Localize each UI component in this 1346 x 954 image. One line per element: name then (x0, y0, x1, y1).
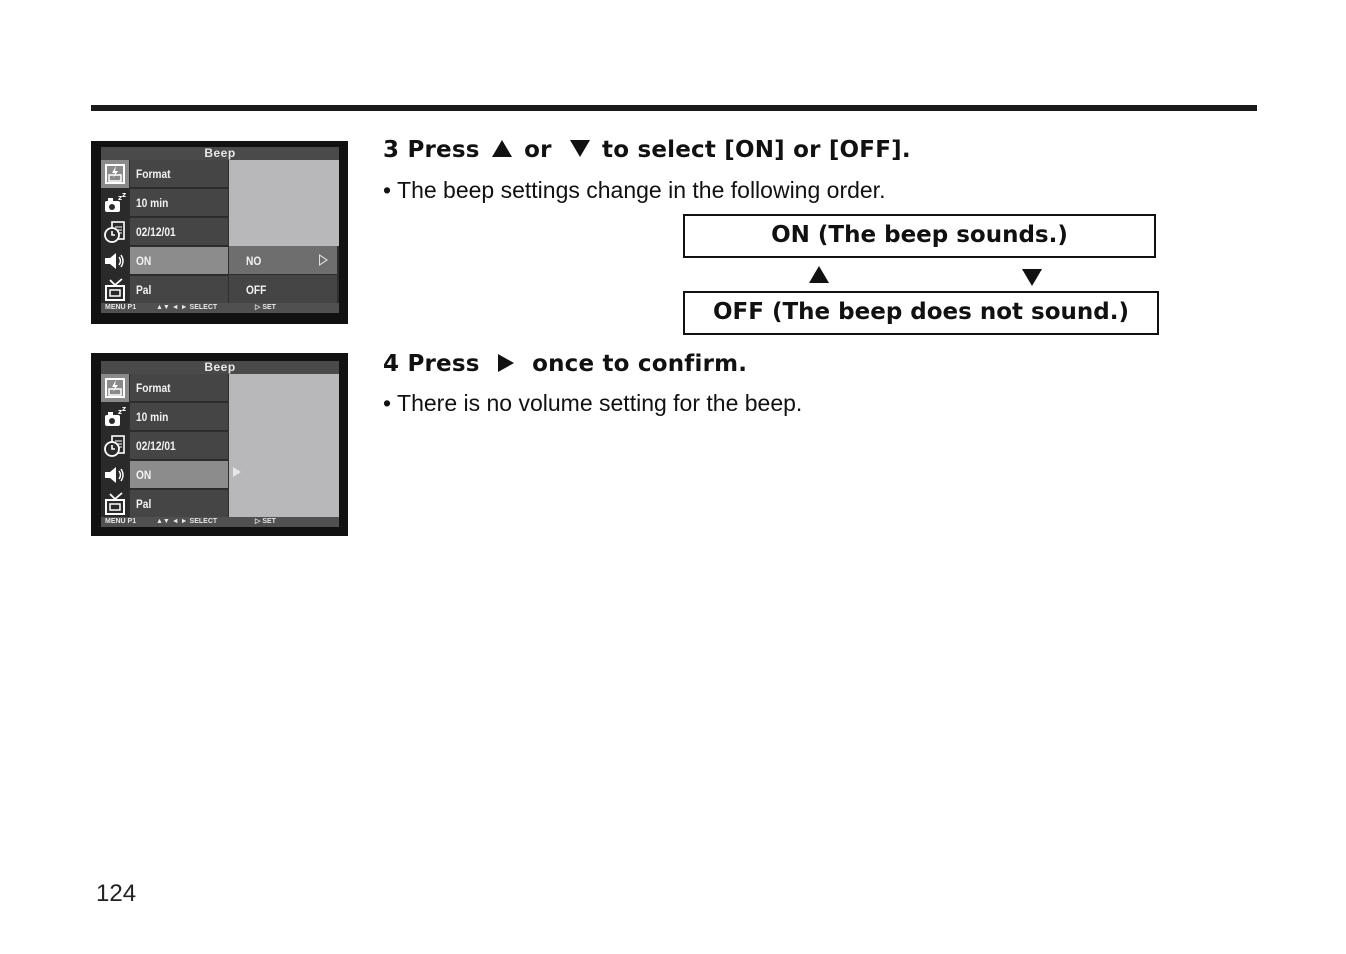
footer-select: ▲▼ ◄ ► SELECT (156, 518, 218, 525)
tv-icon (101, 490, 129, 518)
submenu-panel (229, 160, 339, 246)
menu-item-format[interactable]: Format (130, 160, 228, 188)
footer-menu: MENU P1 (105, 304, 137, 311)
step-3-heading: 3 Press or to select [ON] or [OFF]. (383, 137, 911, 163)
step-number: 4 (383, 351, 400, 377)
icon-column: zz (101, 160, 129, 303)
footer-set: ▷ SET (255, 518, 276, 525)
camera-sleep-icon: zz (101, 189, 129, 217)
format-icon (101, 160, 129, 188)
screen-footer: MENU P1 ▲▼ ◄ ► SELECT ▷ SET (101, 303, 339, 313)
menu-item-beep[interactable]: ON (130, 461, 228, 489)
footer-menu: MENU P1 (105, 518, 137, 525)
camera-screen-confirm: Beep zz Format 10 min 02/12/01 ON Pal ME… (91, 353, 348, 536)
right-arrow-icon (319, 254, 328, 266)
page-number: 124 (96, 880, 137, 907)
header-rule (91, 105, 1257, 111)
up-arrow-icon (491, 140, 512, 157)
svg-text:z: z (122, 192, 126, 199)
clock-date-icon (101, 432, 129, 460)
step-3-note: • The beep settings change in the follow… (383, 177, 886, 203)
format-icon (101, 374, 129, 402)
menu-item-video[interactable]: Pal (130, 490, 228, 518)
screen-footer: MENU P1 ▲▼ ◄ ► SELECT ▷ SET (101, 517, 339, 527)
speaker-icon (101, 461, 129, 489)
menu-item-date[interactable]: 02/12/01 (130, 432, 228, 460)
menu-item-sleep[interactable]: 10 min (130, 189, 228, 217)
menu-item-date[interactable]: 02/12/01 (130, 218, 228, 246)
step-4-note: • There is no volume setting for the bee… (383, 390, 803, 416)
flow-off-box: OFF (The beep does not sound.) (683, 291, 1159, 335)
flow-up-arrow-icon (809, 266, 829, 283)
step-4-heading: 4 Press once to confirm. (383, 351, 748, 377)
menu-item-sleep[interactable]: 10 min (130, 403, 228, 431)
camera-screen-select: Beep zz Format 10 min 02/12/01 ON Pal NO (91, 141, 348, 324)
footer-select: ▲▼ ◄ ► SELECT (156, 304, 218, 311)
option-no[interactable]: NO (229, 246, 337, 274)
clock-date-icon (101, 218, 129, 246)
menu-item-format[interactable]: Format (130, 374, 228, 402)
tv-icon (101, 276, 129, 304)
flow-down-arrow-icon (1022, 269, 1042, 286)
down-arrow-icon (569, 140, 590, 157)
right-arrow-icon (497, 353, 514, 372)
menu-item-beep[interactable]: ON (130, 247, 228, 275)
menu-item-video[interactable]: Pal (130, 276, 228, 304)
step-number: 3 (383, 137, 400, 163)
option-off[interactable]: OFF (229, 275, 337, 303)
footer-set: ▷ SET (255, 304, 276, 311)
screen-title: Beep (101, 147, 339, 160)
screen-title: Beep (101, 361, 339, 374)
flow-on-box: ON (The beep sounds.) (683, 214, 1156, 258)
right-arrow-icon (233, 467, 241, 477)
speaker-icon (101, 247, 129, 275)
svg-text:z: z (122, 406, 126, 413)
camera-sleep-icon: zz (101, 403, 129, 431)
submenu-panel (229, 374, 339, 517)
icon-column: zz (101, 374, 129, 517)
